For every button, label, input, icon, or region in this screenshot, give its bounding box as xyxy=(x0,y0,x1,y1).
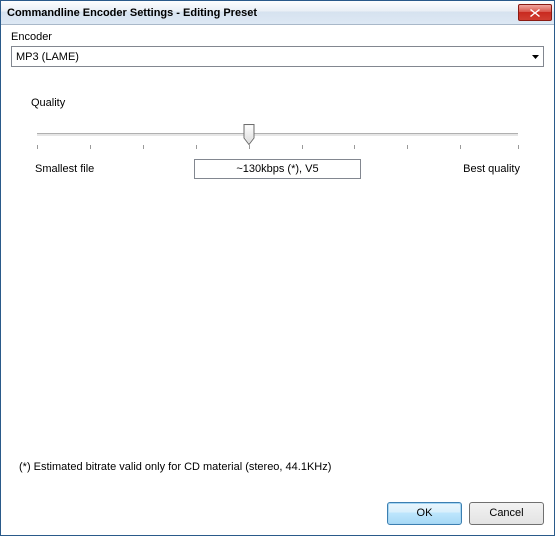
quality-section: Quality xyxy=(11,97,544,179)
quality-right-hint: Best quality xyxy=(361,163,524,175)
dialog-buttons: OK Cancel xyxy=(387,502,544,525)
bitrate-footnote: (*) Estimated bitrate valid only for CD … xyxy=(19,461,331,473)
close-button[interactable] xyxy=(518,4,552,21)
dialog-window: Commandline Encoder Settings - Editing P… xyxy=(0,0,555,536)
encoder-dropdown[interactable]: MP3 (LAME) xyxy=(11,46,544,67)
encoder-selected: MP3 (LAME) xyxy=(16,51,532,63)
quality-value-display: ~130kbps (*), V5 xyxy=(194,159,362,179)
encoder-label: Encoder xyxy=(11,31,544,43)
window-title: Commandline Encoder Settings - Editing P… xyxy=(7,7,518,19)
titlebar: Commandline Encoder Settings - Editing P… xyxy=(1,1,554,25)
chevron-down-icon xyxy=(532,55,539,59)
quality-slider[interactable] xyxy=(37,133,518,137)
ok-button[interactable]: OK xyxy=(387,502,462,525)
quality-left-hint: Smallest file xyxy=(31,163,194,175)
client-area: Encoder MP3 (LAME) Quality xyxy=(1,25,554,535)
close-icon xyxy=(530,9,540,17)
slider-ticks xyxy=(37,141,518,149)
quality-label: Quality xyxy=(31,97,524,109)
cancel-button[interactable]: Cancel xyxy=(469,502,544,525)
slider-labels-row: Smallest file ~130kbps (*), V5 Best qual… xyxy=(31,159,524,179)
